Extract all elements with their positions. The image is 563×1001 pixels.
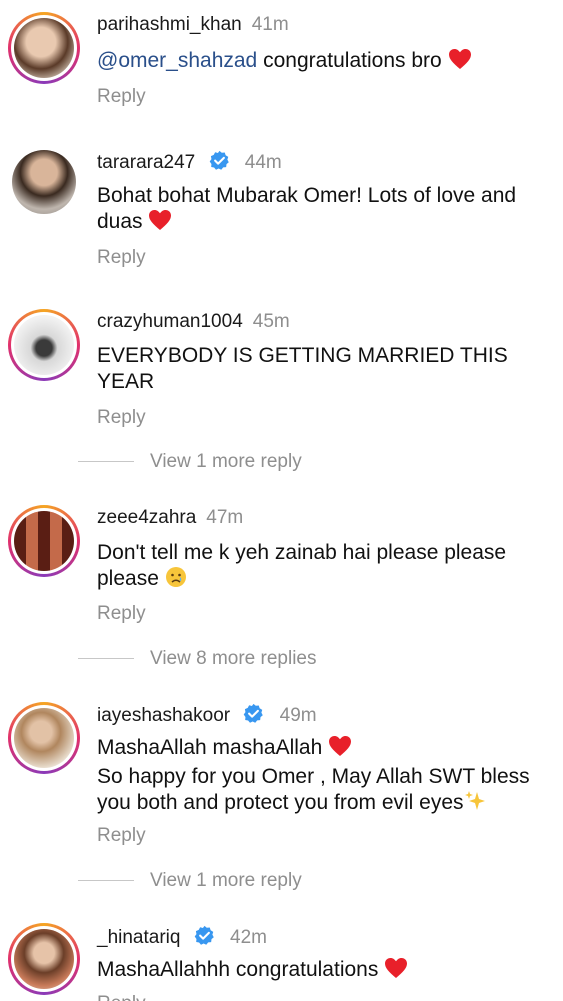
comment-text: @omer_shahzad congratulations bro: [97, 48, 549, 77]
avatar[interactable]: [8, 505, 80, 577]
crying-face-icon: [165, 566, 187, 595]
avatar[interactable]: [8, 12, 80, 84]
timestamp: 47m: [206, 507, 244, 528]
heart-icon: [384, 957, 408, 986]
comment-text: Bohat bohat Mubarak Omer! Lots of love a…: [97, 183, 549, 238]
timestamp: 44m: [244, 152, 282, 173]
sparkles-icon: [464, 790, 486, 819]
divider: [78, 461, 134, 463]
username[interactable]: parihashmi_khan: [97, 14, 242, 35]
verified-badge-icon: [243, 703, 264, 724]
avatar[interactable]: [12, 150, 76, 214]
timestamp: 41m: [251, 14, 289, 35]
reply-button[interactable]: Reply: [97, 247, 146, 269]
reply-button[interactable]: Reply: [97, 407, 146, 429]
view-more-replies-button[interactable]: View 1 more reply: [78, 870, 302, 892]
timestamp: 45m: [252, 311, 290, 332]
view-more-replies-button[interactable]: View 8 more replies: [78, 648, 317, 670]
comment-text: EVERYBODY IS GETTING MARRIED THIS YEAR: [97, 344, 508, 393]
mention-link[interactable]: @omer_shahzad: [97, 49, 257, 72]
timestamp: 49m: [279, 705, 317, 726]
reply-button[interactable]: Reply: [97, 825, 146, 847]
username[interactable]: iayeshashakoor: [97, 705, 230, 726]
heart-icon: [328, 735, 352, 764]
comment-text: Don't tell me k yeh zainab hai please pl…: [97, 540, 549, 595]
view-more-replies-button[interactable]: View 1 more reply: [78, 451, 302, 473]
username[interactable]: _hinatariq: [97, 927, 180, 948]
username[interactable]: zeee4zahra: [97, 507, 196, 528]
divider: [78, 880, 134, 882]
reply-button[interactable]: Reply: [97, 993, 146, 1001]
reply-button[interactable]: Reply: [97, 86, 146, 108]
heart-icon: [148, 209, 172, 238]
verified-badge-icon: [209, 150, 230, 171]
reply-button[interactable]: Reply: [97, 603, 146, 625]
comment-text: MashaAllahhh congratulations: [97, 957, 549, 986]
timestamp: 42m: [230, 927, 267, 948]
username[interactable]: tararara247: [97, 152, 195, 173]
username[interactable]: crazyhuman1004: [97, 311, 243, 332]
verified-badge-icon: [194, 925, 215, 946]
avatar[interactable]: [8, 702, 80, 774]
avatar[interactable]: [8, 309, 80, 381]
avatar[interactable]: [8, 923, 80, 995]
divider: [78, 658, 134, 660]
comment-text: MashaAllah mashaAllah So happy for you O…: [97, 735, 549, 819]
heart-icon: [448, 48, 472, 77]
